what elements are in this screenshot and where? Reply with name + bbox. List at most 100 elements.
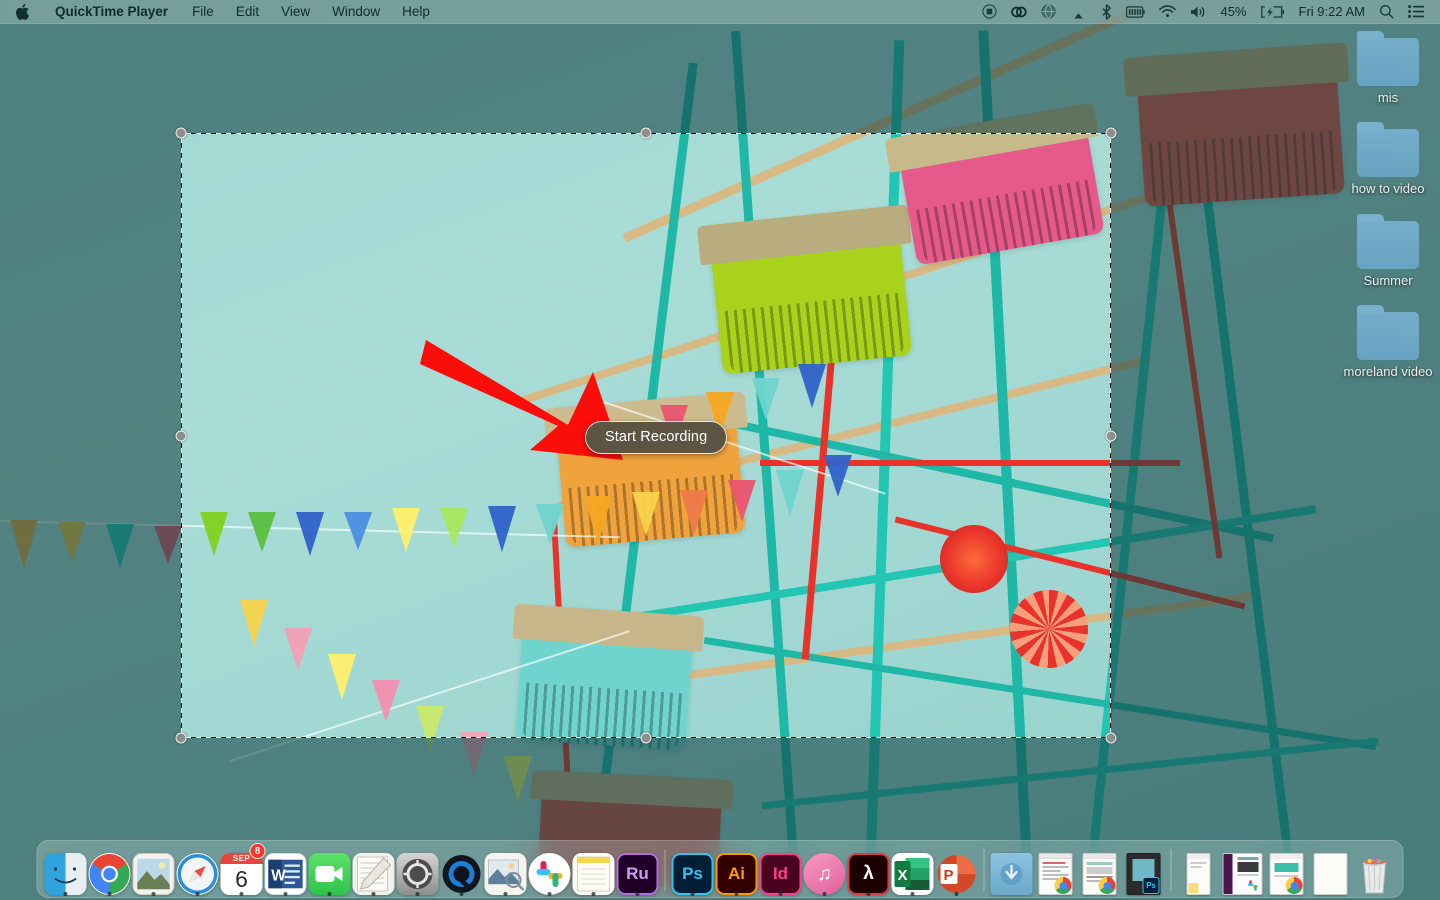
running-indicator [636,892,640,896]
dock-item-photos[interactable] [132,845,176,895]
dock-item-slack[interactable] [528,845,572,895]
dock-item-minimized-chrome-doc-1[interactable] [1034,845,1078,895]
facetime-camera-glyph [309,853,351,895]
dock-item-minimized-photoshop-doc[interactable]: Ps [1122,845,1166,895]
control-center-icon[interactable] [1401,0,1431,23]
menu-item-edit[interactable]: Edit [225,0,270,23]
dock-item-safari[interactable] [176,845,220,895]
menu-item-view[interactable]: View [270,0,321,23]
download-arrow-glyph [999,861,1025,887]
macos-menu-bar: QuickTime Player File Edit View Window H… [0,0,1440,24]
notepad-pencil-glyph [353,853,395,895]
dock-item-minimized-chrome-doc-2[interactable] [1078,845,1122,895]
volume-glyph [1190,5,1207,19]
running-indicator [64,892,68,896]
dock-item-preview[interactable] [484,845,528,895]
running-indicator [867,892,871,896]
selection-handle-middle-left[interactable] [176,430,187,441]
svg-text:P: P [944,867,954,884]
photo-thumbnail-glyph [134,853,174,895]
dock-item-acrobat[interactable]: λ [847,845,891,895]
dock-item-calendar[interactable]: SEP 6 8 [220,845,264,895]
slack-icon [529,853,571,895]
dock-item-minimized-blank-window[interactable] [1309,845,1353,895]
dock-item-photoshop[interactable]: Ps [671,845,715,895]
battery-charging-icon[interactable] [1254,0,1292,23]
selection-handle-bottom-right[interactable] [1106,733,1117,744]
selection-handle-top-center[interactable] [641,128,652,139]
svg-text:W: W [271,868,286,885]
globe-icon[interactable] [1034,0,1063,23]
dock-item-chrome[interactable] [88,845,132,895]
desktop-folder-mis[interactable]: mis [1340,38,1436,105]
dock-item-minimized-note-window[interactable] [1177,845,1221,895]
desktop-folder-how-to-video[interactable]: how to video [1340,129,1436,196]
start-recording-label: Start Recording [605,429,707,445]
menu-bar-clock[interactable]: Fri 9:22 AM [1292,0,1372,23]
airplay-icon[interactable] [1063,0,1094,23]
menu-item-window[interactable]: Window [321,0,391,23]
dock-item-trash[interactable] [1353,845,1397,895]
apple-logo-icon [15,4,29,20]
excel-icon: X [892,853,934,895]
dock-item-itunes[interactable]: ♫ [803,845,847,895]
selection-handle-top-left[interactable] [176,128,187,139]
selection-handle-bottom-center[interactable] [641,733,652,744]
dock-item-quicktime-player[interactable] [440,845,484,895]
dock-item-system-preferences[interactable] [396,845,440,895]
finder-face-glyph [45,853,87,895]
stop-record-glyph [982,4,997,19]
dock-item-indesign[interactable]: Id [759,845,803,895]
folder-icon [1357,312,1419,360]
volume-icon[interactable] [1183,0,1214,23]
airplay-glyph [1070,5,1087,19]
menu-item-help[interactable]: Help [391,0,441,23]
selection-handle-bottom-left[interactable] [176,733,187,744]
adobe-creative-cloud-icon[interactable] [1004,0,1034,23]
minimized-window-thumbnail [1187,853,1211,895]
desktop-folder-moreland-video[interactable]: moreland video [1340,312,1436,379]
dock-item-notes[interactable] [352,845,396,895]
selection-handle-middle-right[interactable] [1106,430,1117,441]
menu-item-file[interactable]: File [181,0,225,23]
battery-percent-label[interactable]: 45% [1214,0,1254,23]
menu-bar-app-menus: QuickTime Player File Edit View Window H… [0,0,441,23]
running-indicator [592,892,596,896]
dock-item-adobe-rush[interactable]: Ru [616,845,660,895]
adobe-rush-label: Ru [626,864,649,884]
dock-item-facetime[interactable] [308,845,352,895]
finder-icon [45,853,87,895]
bluetooth-icon[interactable] [1094,0,1119,23]
search-icon[interactable] [1372,0,1401,23]
illustrator-icon: Ai [716,853,758,895]
dock-item-finder[interactable] [44,845,88,895]
apple-menu-icon[interactable] [0,0,42,23]
start-recording-button[interactable]: Start Recording [585,421,727,454]
battery-charging-glyph [1261,6,1285,18]
dock-item-illustrator[interactable]: Ai [715,845,759,895]
dock-item-stickies[interactable] [572,845,616,895]
desktop-folder-label: mis [1340,90,1436,105]
safari-icon [177,853,219,895]
photoshop-icon: Ps [672,853,714,895]
running-indicator [108,892,112,896]
trash-icon [1354,853,1396,895]
screen-recording-stop-icon[interactable] [975,0,1004,23]
menu-app-name[interactable]: QuickTime Player [42,0,181,23]
desktop-folder-label: moreland video [1340,364,1436,379]
adobe-rush-icon: Ru [617,853,659,895]
dock-item-word[interactable]: W [264,845,308,895]
dim-overlay-left [0,133,181,738]
minimized-window-thumbnail [1314,853,1348,895]
excel-glyph: X [892,853,934,895]
folder-icon [1357,129,1419,177]
dock-item-downloads-folder[interactable] [990,845,1034,895]
dock-item-excel[interactable]: X [891,845,935,895]
desktop-folder-summer[interactable]: Summer [1340,221,1436,288]
dock-item-minimized-chrome-window[interactable] [1265,845,1309,895]
battery-bar-icon[interactable] [1119,0,1152,23]
dock-item-minimized-slack-window[interactable] [1221,845,1265,895]
selection-handle-top-right[interactable] [1106,128,1117,139]
dock-item-powerpoint[interactable]: P [935,845,979,895]
wifi-icon[interactable] [1152,0,1183,23]
